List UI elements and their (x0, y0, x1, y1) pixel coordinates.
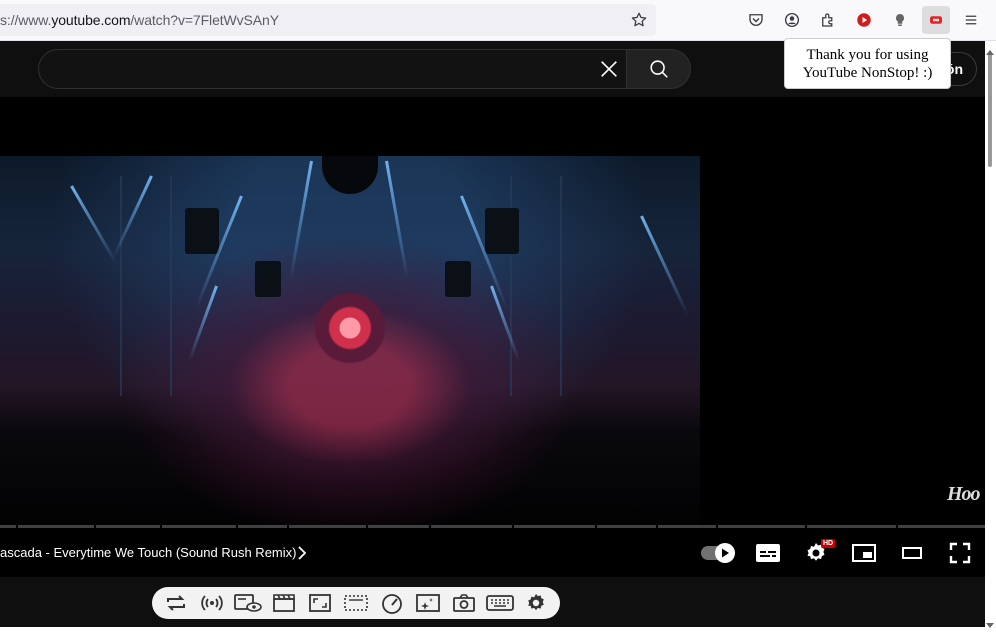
video-view-icon[interactable] (233, 591, 263, 615)
search-input[interactable] (38, 49, 627, 89)
pocket-icon[interactable] (743, 7, 769, 33)
scrollbar-thumb[interactable] (988, 52, 992, 167)
search-button[interactable] (626, 49, 691, 89)
bookmark-star-icon[interactable] (626, 7, 652, 33)
lightbulb-icon[interactable] (887, 7, 913, 33)
url-bar[interactable]: s://www.youtube.com/watch?v=7FletWvSAnY (0, 4, 656, 36)
youtube-red-icon[interactable] (851, 7, 877, 33)
menu-icon[interactable] (958, 7, 984, 33)
account-icon[interactable] (779, 7, 805, 33)
search-icon (649, 60, 668, 78)
scroll-down-arrow-icon[interactable] (985, 617, 995, 635)
video-title[interactable]: ascada - Everytime We Touch (Sound Rush … (0, 545, 296, 560)
sparkle-frame-icon[interactable] (413, 591, 443, 615)
keyboard-icon[interactable] (485, 591, 515, 615)
channel-watermark[interactable]: Hoo (947, 483, 981, 506)
loop-icon[interactable] (161, 591, 191, 615)
subtitles-icon[interactable] (753, 538, 783, 568)
clapperboard-icon[interactable] (269, 591, 299, 615)
url-text[interactable]: s://www.youtube.com/watch?v=7FletWvSAnY (0, 12, 279, 28)
crop-dashed-icon[interactable] (341, 591, 371, 615)
broadcast-icon[interactable] (197, 591, 227, 615)
progress-bar[interactable] (0, 525, 985, 528)
hd-badge: HD (821, 539, 836, 548)
chevron-right-icon[interactable] (297, 546, 307, 565)
nonstop-extension-icon[interactable] (922, 6, 950, 34)
aspect-ratio-icon[interactable] (305, 591, 335, 615)
scroll-up-arrow-icon[interactable] (985, 43, 995, 61)
close-icon[interactable] (596, 56, 622, 82)
nonstop-tooltip: Thank you for using YouTube NonStop! :) (784, 38, 951, 89)
extensions-icon[interactable] (815, 7, 841, 33)
tooltip-line-1: Thank you for using (806, 47, 929, 63)
miniplayer-icon[interactable] (849, 538, 879, 568)
settings-icon[interactable] (521, 591, 551, 615)
fullscreen-icon[interactable] (945, 538, 975, 568)
speed-gauge-icon[interactable] (377, 591, 407, 615)
autoplay-play-icon[interactable] (715, 543, 735, 563)
camera-icon[interactable] (449, 591, 479, 615)
video-frame[interactable] (0, 156, 700, 526)
theater-mode-icon[interactable] (897, 538, 927, 568)
tooltip-line-2: YouTube NonStop! :) (802, 65, 933, 81)
